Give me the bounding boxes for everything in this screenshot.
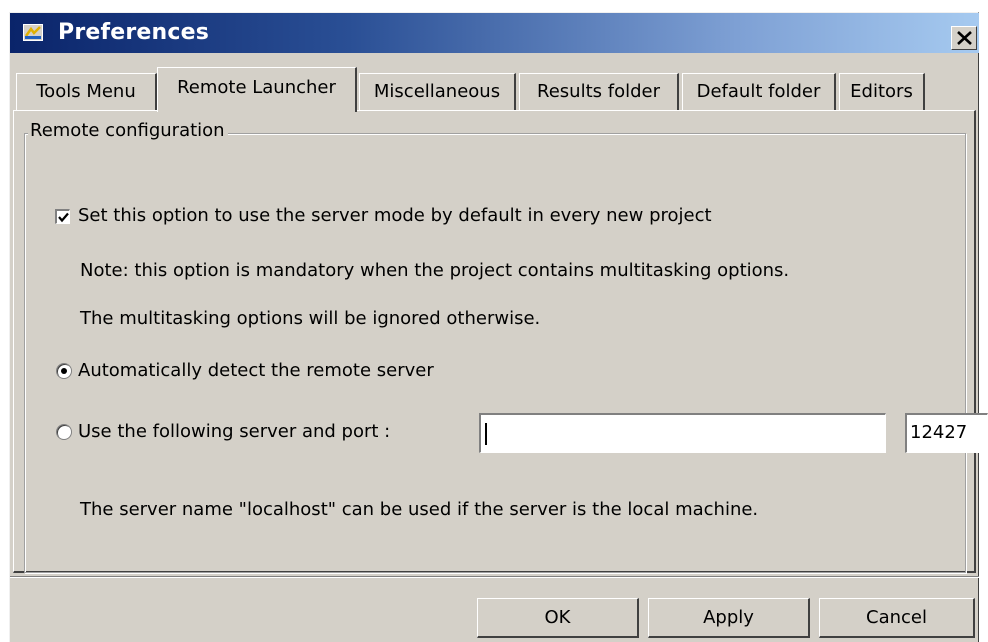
- tab-remote-launcher[interactable]: Remote Launcher: [157, 67, 357, 112]
- note-line-2: The multitasking options will be ignored…: [80, 308, 541, 329]
- title-bar[interactable]: Preferences: [10, 13, 979, 53]
- tab-default-folder[interactable]: Default folder: [682, 73, 836, 110]
- tab-strip: Tools Menu Remote Launcher Miscellaneous…: [10, 67, 979, 112]
- tab-tools-menu[interactable]: Tools Menu: [16, 73, 157, 110]
- button-separator: [10, 576, 979, 578]
- manual-server-label[interactable]: Use the following server and port :: [78, 420, 390, 444]
- note-line-1: Note: this option is mandatory when the …: [80, 260, 790, 281]
- auto-detect-radio[interactable]: [56, 363, 72, 379]
- ok-button[interactable]: OK: [477, 598, 639, 638]
- remote-launcher-pane: Remote configuration Set this option to …: [13, 110, 988, 573]
- server-mode-checkbox[interactable]: [55, 209, 70, 224]
- cancel-button[interactable]: Cancel: [819, 598, 975, 638]
- window-title: Preferences: [58, 20, 210, 45]
- apply-button[interactable]: Apply: [648, 598, 810, 638]
- server-name-input[interactable]: [479, 413, 886, 453]
- localhost-hint: The server name "localhost" can be used …: [80, 499, 759, 520]
- checkmark-icon: [58, 212, 69, 223]
- group-title: Remote configuration: [28, 119, 228, 143]
- auto-detect-label[interactable]: Automatically detect the remote server: [78, 359, 434, 383]
- close-button[interactable]: [951, 26, 977, 50]
- port-input[interactable]: 12427: [905, 413, 988, 453]
- server-mode-label[interactable]: Set this option to use the server mode b…: [78, 204, 712, 228]
- close-icon: [957, 31, 972, 45]
- app-icon: [23, 24, 43, 41]
- text-caret: [485, 423, 487, 445]
- tab-editors[interactable]: Editors: [839, 73, 925, 110]
- manual-server-radio[interactable]: [56, 424, 72, 440]
- port-value: 12427: [910, 422, 968, 443]
- tab-results-folder[interactable]: Results folder: [519, 73, 679, 110]
- preferences-dialog: Preferences Tools Menu Remote Launcher M…: [9, 12, 988, 642]
- tab-miscellaneous[interactable]: Miscellaneous: [359, 73, 516, 110]
- radio-selected-dot: [61, 368, 67, 374]
